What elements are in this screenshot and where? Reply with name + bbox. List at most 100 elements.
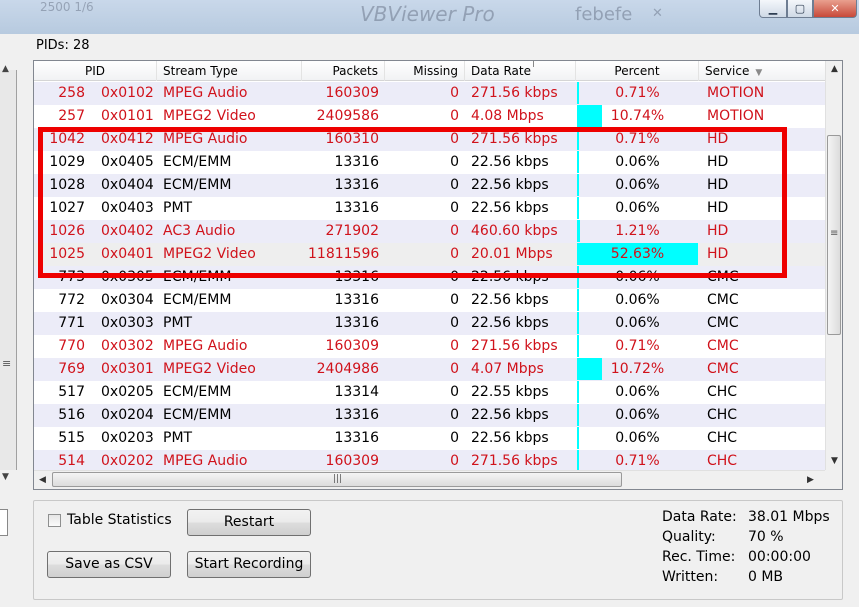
cell-data-rate: 271.56 kbps (471, 131, 558, 147)
table-statistics-checkbox[interactable]: Table Statistics (48, 512, 172, 528)
cell-pid: 773 0x0305 (34, 266, 157, 289)
table-row[interactable]: 516 0x0204 ECM/EMM 13316 0 22.56 kbps 0.06% CHC (34, 404, 826, 427)
pid-list-view[interactable]: PID Stream Type Packets Missing Data Rat… (33, 60, 843, 490)
column-header-pid[interactable]: PID (34, 61, 157, 81)
stat-label: Written: (662, 569, 719, 585)
table-row[interactable]: 1028 0x0404 ECM/EMM 13316 0 22.56 kbps 0.06% HD (34, 174, 826, 197)
cell-data-rate: 271.56 kbps (471, 338, 558, 354)
horizontal-scroll-thumb[interactable]: ||| (52, 472, 622, 487)
stat-value: 00:00:00 (748, 549, 811, 565)
cell-service: CHC (707, 407, 738, 423)
cell-data-rate: 460.60 kbps (471, 223, 558, 239)
scrollbar-corner (825, 470, 842, 489)
cell-missing: 0 (450, 361, 459, 377)
pid-hex: 0x0102 (101, 85, 154, 101)
percent-text: 0.06% (615, 154, 660, 170)
scroll-grip-icon: ||| (333, 474, 343, 484)
percent-text: 0.06% (615, 407, 660, 423)
cell-stream-type: ECM/EMM (163, 177, 232, 193)
column-header-service[interactable]: Service ▼ (699, 61, 826, 81)
maximize-icon[interactable]: ▢ (787, 0, 813, 18)
cell-missing: 0 (450, 223, 459, 239)
table-row[interactable]: 771 0x0303 PMT 13316 0 22.56 kbps 0.06% CMC (34, 312, 826, 335)
pid-hex: 0x0412 (101, 131, 154, 147)
cell-percent: 0.06% (576, 289, 699, 312)
table-row[interactable]: 515 0x0203 PMT 13316 0 22.56 kbps 0.06% CHC (34, 427, 826, 450)
cell-percent: 10.72% (576, 358, 699, 381)
percent-text: 0.06% (615, 269, 660, 285)
scroll-down-arrow-icon[interactable]: ▼ (2, 472, 9, 482)
scroll-grip-icon: ≡ (830, 228, 839, 239)
percent-bar (577, 312, 579, 334)
left-panel-field[interactable] (0, 509, 8, 536)
scroll-up-arrow-icon[interactable]: ▲ (2, 64, 9, 74)
percent-text: 0.06% (615, 430, 660, 446)
stat-data-rate: Data Rate: 38.01 Mbps (662, 507, 830, 527)
cell-percent: 0.06% (576, 312, 699, 335)
stat-label: Data Rate: (662, 509, 737, 525)
percent-bar (577, 381, 579, 403)
cell-packets: 13316 (334, 407, 379, 423)
sort-down-icon: ▼ (755, 68, 763, 78)
table-row[interactable]: 772 0x0304 ECM/EMM 13316 0 22.56 kbps 0.06% CMC (34, 289, 826, 312)
scroll-up-icon[interactable]: ▲ (826, 61, 842, 78)
pid-hex: 0x0302 (101, 338, 154, 354)
vertical-scrollbar[interactable]: ▲ ≡ ▼ (825, 61, 842, 470)
pid-decimal: 517 (58, 384, 85, 400)
minimize-icon[interactable]: ▁ (759, 0, 787, 18)
cell-service: HD (707, 246, 729, 262)
close-icon[interactable]: ✕ (813, 0, 857, 18)
table-row[interactable]: 769 0x0301 MPEG2 Video 2404986 0 4.07 Mbps 10.… (34, 358, 826, 381)
cell-service: CMC (707, 361, 739, 377)
table-row[interactable]: 1026 0x0402 AC3 Audio 271902 0 460.60 kbps 1.2… (34, 220, 826, 243)
scroll-right-icon[interactable]: ▶ (802, 471, 819, 489)
percent-bar (577, 197, 579, 219)
table-row[interactable]: 770 0x0302 MPEG Audio 160309 0 271.56 kbps 0.7… (34, 335, 826, 358)
table-row[interactable]: 773 0x0305 ECM/EMM 13316 0 22.56 kbps 0.06% CMC (34, 266, 826, 289)
cell-stream-type: ECM/EMM (163, 292, 232, 308)
percent-bar (577, 105, 602, 127)
cell-stream-type: PMT (163, 315, 193, 331)
cell-packets: 13316 (334, 292, 379, 308)
column-header-packets[interactable]: Packets (302, 61, 385, 81)
column-header-stream-type[interactable]: Stream Type (157, 61, 302, 81)
cell-service: CMC (707, 292, 739, 308)
percent-text: 0.71% (615, 338, 660, 354)
scroll-left-icon[interactable]: ◀ (34, 471, 51, 489)
table-row[interactable]: 257 0x0101 MPEG2 Video 2409586 0 4.08 Mbps 10.… (34, 105, 826, 128)
cell-stream-type: MPEG2 Video (163, 361, 256, 377)
cell-missing: 0 (450, 315, 459, 331)
percent-text: 0.06% (615, 177, 660, 193)
table-row[interactable]: 1029 0x0405 ECM/EMM 13316 0 22.56 kbps 0.06% HD (34, 151, 826, 174)
cell-stream-type: ECM/EMM (163, 384, 232, 400)
column-header-percent[interactable]: Percent (576, 61, 699, 81)
pid-decimal: 516 (58, 407, 85, 423)
scroll-down-icon[interactable]: ▼ (826, 453, 842, 470)
cell-packets: 13316 (334, 177, 379, 193)
stat-label: Rec. Time: (662, 549, 736, 565)
cell-pid: 771 0x0303 (34, 312, 157, 335)
pid-decimal: 1025 (49, 246, 85, 262)
stat-written: Written: 0 MB (662, 567, 830, 587)
cell-packets: 160309 (325, 85, 379, 101)
save-as-csv-button[interactable]: Save as CSV (47, 551, 171, 578)
percent-text: 0.71% (615, 453, 660, 469)
start-recording-button[interactable]: Start Recording (187, 551, 311, 578)
table-row[interactable]: 1027 0x0403 PMT 13316 0 22.56 kbps 0.06% HD (34, 197, 826, 220)
vertical-scroll-thumb[interactable]: ≡ (827, 135, 841, 335)
cell-stream-type: MPEG2 Video (163, 108, 256, 124)
horizontal-scrollbar[interactable]: ◀ ||| ▶ (34, 470, 842, 489)
pid-rows: 258 0x0102 MPEG Audio 160309 0 271.56 kbps 0.7… (34, 82, 826, 473)
left-panel-scrollbar[interactable]: ≡ (0, 70, 17, 470)
cell-percent: 0.06% (576, 427, 699, 450)
table-row[interactable]: 1042 0x0412 MPEG Audio 160310 0 271.56 kbps 0.… (34, 128, 826, 151)
pid-hex: 0x0303 (101, 315, 154, 331)
cell-pid: 1025 0x0401 (34, 243, 157, 266)
column-header-data-rate[interactable]: Data Rate (465, 61, 576, 81)
column-header-missing[interactable]: Missing (385, 61, 465, 81)
restart-button[interactable]: Restart (187, 509, 311, 536)
table-row[interactable]: 1025 0x0401 MPEG2 Video 11811596 0 20.01 Mbps… (34, 243, 826, 266)
table-row[interactable]: 517 0x0205 ECM/EMM 13314 0 22.55 kbps 0.06% CHC (34, 381, 826, 404)
checkbox-box[interactable] (48, 513, 61, 527)
table-row[interactable]: 258 0x0102 MPEG Audio 160309 0 271.56 kbps 0.7… (34, 82, 826, 105)
